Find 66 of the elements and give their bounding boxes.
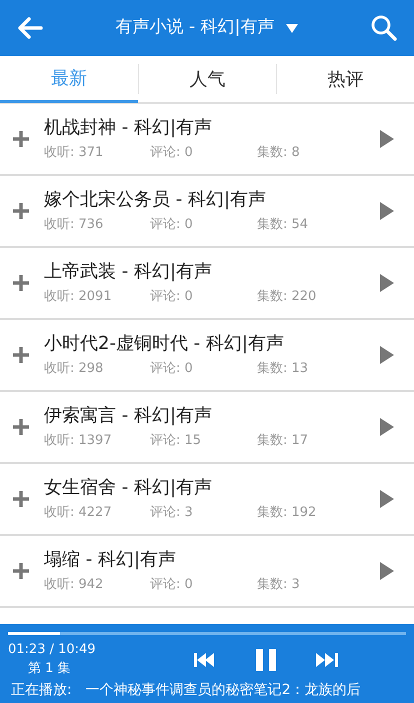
play-icon[interactable] bbox=[380, 346, 394, 364]
comment-count: 评论: 0 bbox=[150, 144, 194, 162]
dropdown-caret-icon bbox=[286, 24, 298, 32]
comment-count: 评论: 0 bbox=[150, 288, 194, 306]
tab[interactable]: 人气 bbox=[139, 56, 276, 102]
episode-label: 第 1 集 bbox=[28, 660, 71, 678]
add-icon bbox=[12, 418, 30, 436]
item-title: 塌缩 - 科幻|有声 bbox=[44, 548, 178, 572]
play-icon[interactable] bbox=[380, 274, 394, 292]
listen-count: 收听: 1397 bbox=[44, 432, 113, 450]
comment-count: 评论: 0 bbox=[150, 216, 194, 234]
previous-button[interactable] bbox=[194, 653, 216, 667]
episode-count: 集数: 54 bbox=[257, 216, 308, 234]
add-icon bbox=[12, 202, 30, 220]
play-icon[interactable] bbox=[380, 130, 394, 148]
list-item[interactable]: 机战封神 - 科幻|有声 收听: 371 评论: 0 集数: 8 bbox=[0, 104, 414, 176]
list-item[interactable]: 伊索寓言 - 科幻|有声 收听: 1397 评论: 15 集数: 17 bbox=[0, 392, 414, 464]
comment-count: 评论: 0 bbox=[150, 360, 194, 378]
list-item[interactable]: 小时代2-虚铜时代 - 科幻|有声 收听: 298 评论: 0 集数: 13 bbox=[0, 320, 414, 392]
episode-count: 集数: 220 bbox=[257, 288, 316, 306]
episode-count: 集数: 13 bbox=[257, 360, 308, 378]
listen-count: 收听: 4227 bbox=[44, 504, 113, 522]
now-playing-title: 一个神秘事件调查员的秘密笔记2：龙族的后 bbox=[86, 681, 361, 700]
add-icon bbox=[12, 274, 30, 292]
list-item[interactable]: 塌缩 - 科幻|有声 收听: 942 评论: 0 集数: 3 bbox=[0, 536, 414, 608]
play-pause-button[interactable] bbox=[256, 649, 276, 671]
tab[interactable]: 热评 bbox=[277, 56, 414, 102]
next-button[interactable] bbox=[316, 653, 338, 667]
playback-time: 01:23 / 10:49 bbox=[8, 641, 96, 659]
item-title: 女生宿舍 - 科幻|有声 bbox=[44, 476, 214, 500]
list-item[interactable]: 嫁个北宋公务员 - 科幻|有声 收听: 736 评论: 0 集数: 54 bbox=[0, 176, 414, 248]
comment-count: 评论: 15 bbox=[150, 432, 202, 450]
item-title: 伊索寓言 - 科幻|有声 bbox=[44, 404, 214, 428]
item-title: 上帝武装 - 科幻|有声 bbox=[44, 260, 214, 284]
search-icon bbox=[371, 15, 397, 41]
comment-count: 评论: 0 bbox=[150, 576, 194, 594]
add-icon bbox=[12, 490, 30, 508]
episode-count: 集数: 192 bbox=[257, 504, 316, 522]
list-item[interactable]: 上帝武装 - 科幻|有声 收听: 2091 评论: 0 集数: 220 bbox=[0, 248, 414, 320]
episode-count: 集数: 3 bbox=[257, 576, 300, 594]
play-icon[interactable] bbox=[380, 562, 394, 580]
add-icon bbox=[12, 346, 30, 364]
item-title: 嫁个北宋公务员 - 科幻|有声 bbox=[44, 188, 268, 212]
item-title: 机战封神 - 科幻|有声 bbox=[44, 116, 214, 140]
listen-count: 收听: 371 bbox=[44, 144, 104, 162]
now-playing-label: 正在播放: bbox=[11, 681, 72, 700]
play-icon[interactable] bbox=[380, 418, 394, 436]
add-icon bbox=[12, 130, 30, 148]
add-icon bbox=[12, 562, 30, 580]
progress-track[interactable] bbox=[8, 632, 406, 635]
item-title: 小时代2-虚铜时代 - 科幻|有声 bbox=[44, 332, 285, 356]
skip-back-icon bbox=[194, 653, 216, 667]
listen-count: 收听: 298 bbox=[44, 360, 104, 378]
pause-icon bbox=[256, 649, 276, 671]
category-dropdown[interactable]: 有声小说 - 科幻|有声 bbox=[48, 15, 366, 41]
listen-count: 收听: 736 bbox=[44, 216, 104, 234]
comment-count: 评论: 3 bbox=[150, 504, 194, 522]
list-item[interactable]: 女生宿舍 - 科幻|有声 收听: 4227 评论: 3 集数: 192 bbox=[0, 464, 414, 536]
skip-forward-icon bbox=[316, 653, 338, 667]
listen-count: 收听: 2091 bbox=[44, 288, 113, 306]
play-icon[interactable] bbox=[380, 490, 394, 508]
back-arrow-icon bbox=[17, 17, 43, 39]
episode-count: 集数: 17 bbox=[257, 432, 308, 450]
episode-count: 集数: 8 bbox=[257, 144, 300, 162]
listen-count: 收听: 942 bbox=[44, 576, 104, 594]
play-icon[interactable] bbox=[380, 202, 394, 220]
